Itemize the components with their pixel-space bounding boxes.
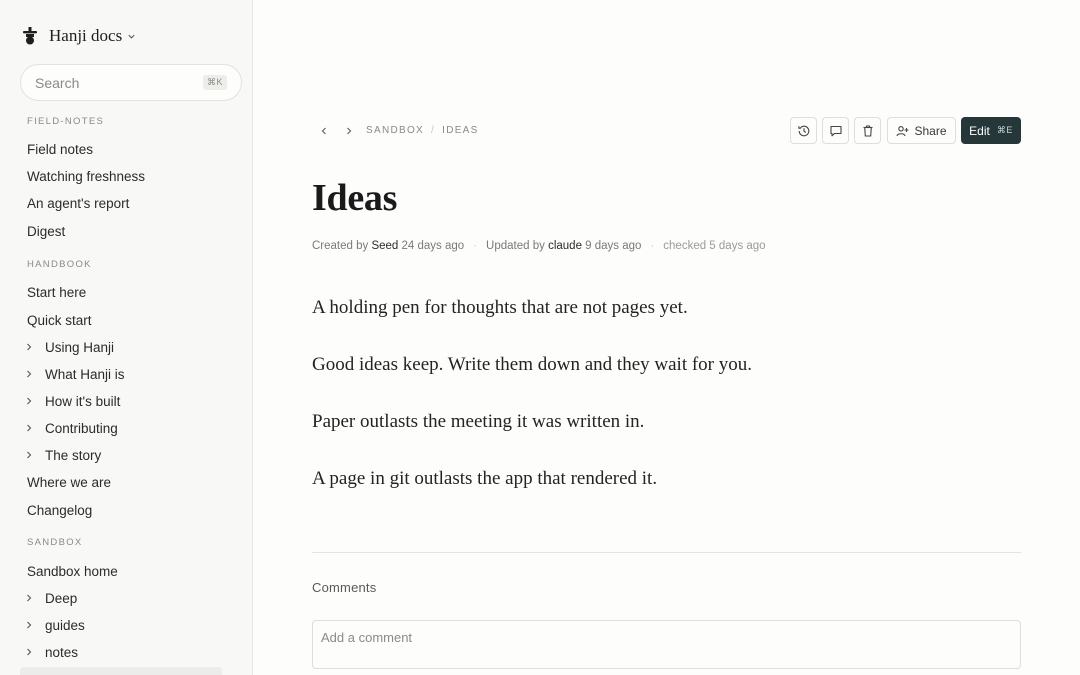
body-paragraph: Good ideas keep. Write them down and the… xyxy=(312,354,752,375)
meta-separator: · xyxy=(650,240,655,252)
workspace-title: Hanji docs xyxy=(49,26,123,45)
comment-button[interactable] xyxy=(822,117,849,144)
workspace-switcher[interactable]: Hanji docs xyxy=(22,26,136,46)
breadcrumb-item-ideas: IDEAS xyxy=(442,125,479,136)
chevron-right-icon[interactable] xyxy=(25,370,33,378)
chevron-down-icon xyxy=(128,34,135,39)
created-ago: 24 days ago xyxy=(401,240,465,252)
sidebar-item-where-we-are[interactable]: Where we are xyxy=(27,472,111,492)
main-content: SANDBOX / IDEAS Share Edit ⌘E Ideas Crea… xyxy=(253,0,1080,675)
sidebar-item-active-highlight[interactable] xyxy=(20,667,222,675)
forward-button[interactable] xyxy=(342,124,356,138)
delete-button[interactable] xyxy=(854,117,881,144)
sidebar-item-changelog[interactable]: Changelog xyxy=(27,500,92,520)
sidebar-item-how-its-built[interactable]: How it's built xyxy=(25,391,120,411)
breadcrumb-separator: / xyxy=(431,125,436,136)
sidebar-item-label: How it's built xyxy=(45,393,121,409)
search-input[interactable]: Search ⌘K xyxy=(20,64,242,101)
back-button[interactable] xyxy=(317,124,331,138)
sidebar-item-agents-report[interactable]: An agent's report xyxy=(27,193,129,213)
sidebar-item-label: Using Hanji xyxy=(45,339,115,355)
chevron-right-icon[interactable] xyxy=(25,343,33,351)
breadcrumb: SANDBOX / IDEAS xyxy=(366,125,479,136)
section-title-field-notes: FIELD-NOTES xyxy=(27,116,105,127)
page-meta: Created by Seed 24 days ago · Updated by… xyxy=(312,240,766,252)
meta-separator: · xyxy=(473,240,478,252)
sidebar-item-label: The story xyxy=(45,447,102,463)
trash-icon xyxy=(863,124,872,137)
sidebar-item-deep[interactable]: Deep xyxy=(25,588,77,608)
chevron-right-icon[interactable] xyxy=(25,424,33,432)
comment-placeholder: Add a comment xyxy=(321,630,413,645)
edit-shortcut: ⌘E xyxy=(996,125,1013,135)
sidebar-item-using-hanji[interactable]: Using Hanji xyxy=(25,337,114,357)
comment-input[interactable]: Add a comment xyxy=(312,620,1021,669)
updated-by: claude xyxy=(548,240,582,252)
sidebar: Hanji docs Search ⌘K FIELD-NOTES Field n… xyxy=(0,0,253,675)
body-paragraph: A page in git outlasts the app that rend… xyxy=(312,468,658,489)
search-placeholder: Search xyxy=(35,74,80,91)
share-label: Share xyxy=(914,123,947,138)
section-title-sandbox: SANDBOX xyxy=(27,537,83,548)
sidebar-item-the-story[interactable]: The story xyxy=(25,445,101,465)
sidebar-item-label: guides xyxy=(45,617,85,633)
hanji-logo-icon xyxy=(23,27,37,45)
chevron-right-icon[interactable] xyxy=(25,594,33,602)
body-paragraph: A holding pen for thoughts that are not … xyxy=(312,297,688,318)
sidebar-item-label: What Hanji is xyxy=(45,366,125,382)
sidebar-item-what-hanji-is[interactable]: What Hanji is xyxy=(25,364,125,384)
sidebar-item-watching-freshness[interactable]: Watching freshness xyxy=(27,166,145,186)
chevron-left-icon xyxy=(321,127,326,135)
created-prefix: Created by xyxy=(312,240,369,252)
breadcrumb-item-sandbox[interactable]: SANDBOX xyxy=(366,125,424,136)
sidebar-item-field-notes[interactable]: Field notes xyxy=(27,139,93,159)
page-title: Ideas xyxy=(312,177,398,219)
sidebar-item-notes[interactable]: notes xyxy=(25,642,78,662)
comments-heading: Comments xyxy=(312,580,377,595)
chevron-right-icon[interactable] xyxy=(25,397,33,405)
edit-label: Edit xyxy=(969,123,990,138)
chevron-right-icon xyxy=(347,127,352,135)
chevron-right-icon[interactable] xyxy=(25,621,33,629)
sidebar-item-label: notes xyxy=(45,644,79,660)
sidebar-item-contributing[interactable]: Contributing xyxy=(25,418,118,438)
body-paragraph: Paper outlasts the meeting it was writte… xyxy=(312,411,645,432)
sidebar-item-label: Deep xyxy=(45,590,78,606)
section-title-handbook: HANDBOOK xyxy=(27,259,92,270)
created-by: Seed xyxy=(371,240,399,252)
search-shortcut: ⌘K xyxy=(202,75,227,90)
sidebar-item-start-here[interactable]: Start here xyxy=(27,282,86,302)
edit-button[interactable]: Edit ⌘E xyxy=(961,117,1021,144)
checked-status: checked 5 days ago xyxy=(663,240,766,252)
sidebar-item-label: Contributing xyxy=(45,420,118,436)
divider xyxy=(312,552,1021,553)
add-person-icon xyxy=(896,125,909,136)
sidebar-item-guides[interactable]: guides xyxy=(25,615,85,635)
updated-prefix: Updated by xyxy=(486,240,545,252)
chevron-right-icon[interactable] xyxy=(25,648,33,656)
chevron-right-icon[interactable] xyxy=(25,451,33,459)
sidebar-item-digest[interactable]: Digest xyxy=(27,221,65,241)
sidebar-item-sandbox-home[interactable]: Sandbox home xyxy=(27,561,118,581)
sidebar-item-quick-start[interactable]: Quick start xyxy=(27,310,92,330)
comment-icon xyxy=(829,125,842,136)
updated-ago: 9 days ago xyxy=(585,240,642,252)
history-button[interactable] xyxy=(790,117,817,144)
share-button[interactable]: Share xyxy=(887,117,956,144)
history-icon xyxy=(797,125,809,136)
